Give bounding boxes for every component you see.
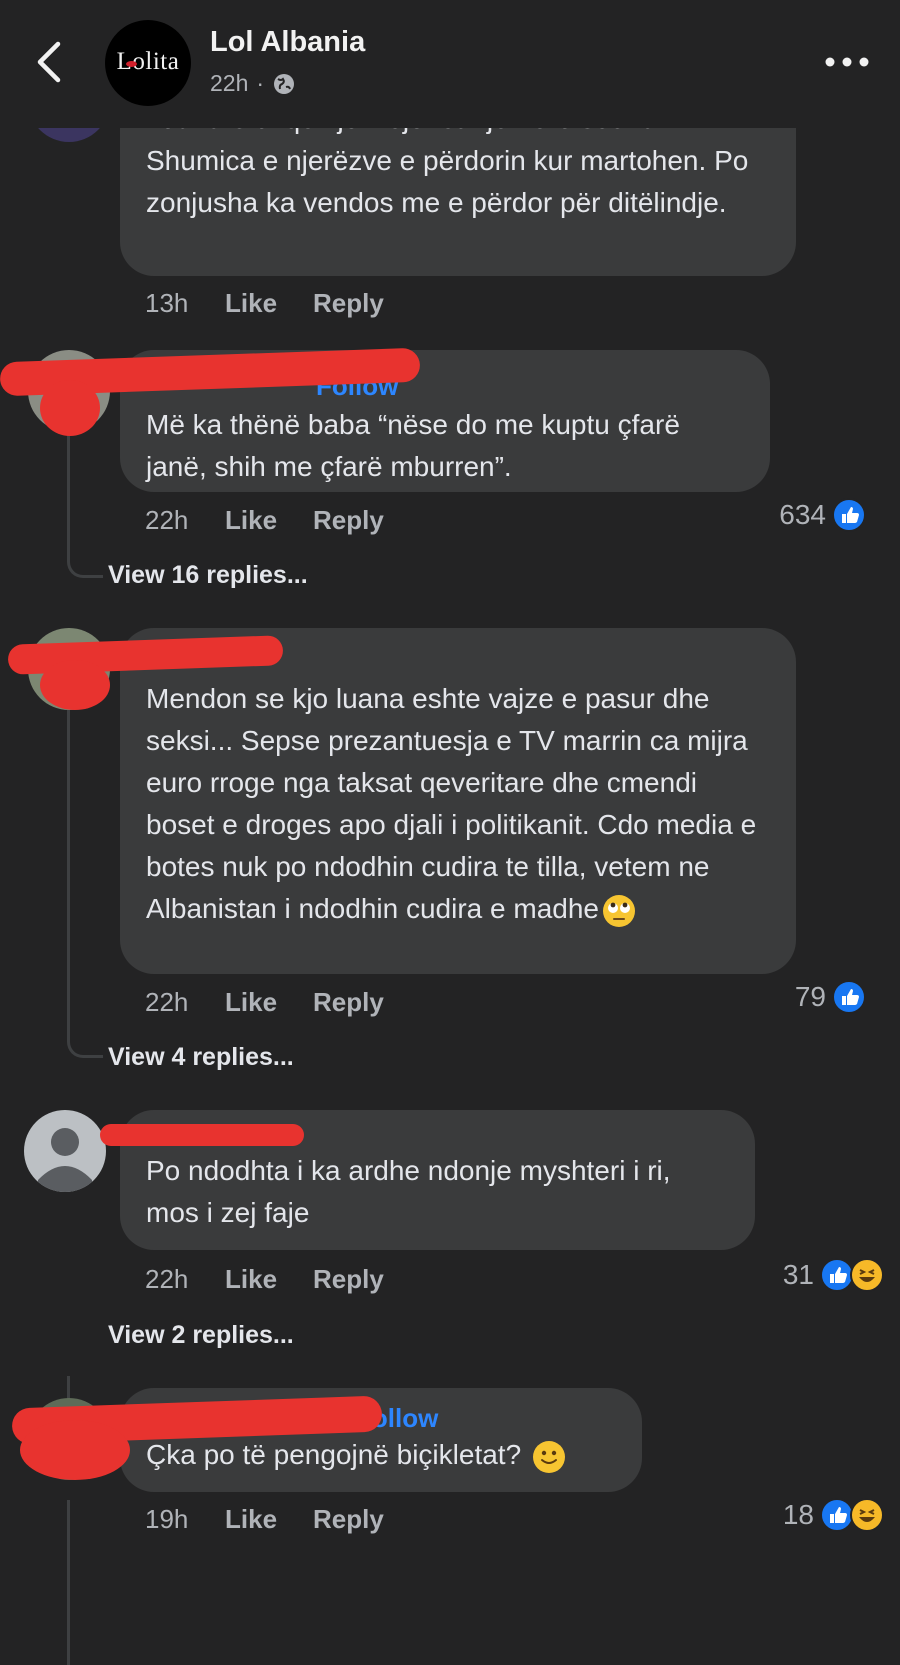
- like-button[interactable]: Like: [225, 1504, 313, 1535]
- like-reaction-icon: [832, 980, 866, 1014]
- comment-text: Më ka thënë baba “nëse do me kuptu çfarë…: [146, 409, 680, 482]
- view-replies-link[interactable]: View 4 replies...: [108, 1043, 294, 1072]
- like-button[interactable]: Like: [225, 987, 313, 1018]
- reaction-summary[interactable]: 634: [779, 498, 866, 532]
- reply-button[interactable]: Reply: [313, 1264, 384, 1295]
- reaction-count: 79: [794, 981, 826, 1012]
- lips-logo-mark: [126, 61, 137, 67]
- like-reaction-icon: [820, 1498, 854, 1532]
- comment-bubble: Mendon se kjo luana eshte vajze e pasur …: [120, 628, 796, 974]
- thread-line: [67, 430, 70, 560]
- thread-hook: [67, 1028, 103, 1058]
- comment-time: 22h: [145, 1264, 189, 1294]
- reaction-count: 18: [782, 1499, 814, 1530]
- like-reaction-icon: [832, 498, 866, 532]
- reply-button[interactable]: Reply: [313, 987, 384, 1018]
- comment-actions: 19h Like Reply: [145, 1504, 384, 1535]
- reaction-summary[interactable]: 31: [783, 1258, 884, 1292]
- redaction-mark: [100, 1124, 304, 1146]
- slightly-smiling-emoji: [532, 1440, 565, 1473]
- view-replies-link[interactable]: View 16 replies...: [108, 561, 308, 590]
- haha-reaction-icon: [850, 1258, 884, 1292]
- redaction-mark: [40, 660, 110, 710]
- thread-line: [67, 700, 70, 1040]
- like-button[interactable]: Like: [225, 505, 313, 536]
- page-avatar[interactable]: Lolita: [105, 20, 191, 106]
- redaction-mark: [20, 1420, 130, 1480]
- like-button[interactable]: Like: [225, 1264, 313, 1295]
- comment-actions: 13h Like Reply: [145, 288, 384, 319]
- reaction-summary[interactable]: 79: [795, 980, 866, 1014]
- comment-text: Mendon se kjo luana eshte vajze e pasur …: [146, 678, 770, 930]
- redaction-mark: [40, 380, 100, 436]
- thread-line: [67, 1500, 70, 1665]
- like-button[interactable]: Like: [225, 288, 313, 319]
- comment-actions: 22h Like Reply: [145, 505, 384, 536]
- comment-time: 13h: [145, 288, 189, 318]
- back-chevron-icon[interactable]: [30, 36, 70, 88]
- comment-time: 19h: [145, 1504, 189, 1534]
- comment-body: Mendon se kjo luana eshte vajze e pasur …: [146, 683, 757, 924]
- post-time: 22h: [210, 70, 249, 96]
- more-dots-icon[interactable]: [822, 50, 872, 74]
- meta-separator: ·: [256, 70, 265, 96]
- comment-time: 22h: [145, 987, 189, 1017]
- page-name[interactable]: Lol Albania: [210, 26, 365, 59]
- comment-text: Po ndodhta i ka ardhe ndonje myshteri i …: [146, 1155, 671, 1228]
- comment-text: Çka po të pengojnë biçikletat?: [146, 1434, 616, 1476]
- reaction-summary[interactable]: 18: [783, 1498, 884, 1532]
- reply-button[interactable]: Reply: [313, 505, 384, 536]
- default-user-icon: [38, 1128, 92, 1192]
- avatar[interactable]: [24, 1110, 106, 1192]
- comment-actions: 22h Like Reply: [145, 1264, 384, 1295]
- reply-button[interactable]: Reply: [313, 1504, 384, 1535]
- reply-button[interactable]: Reply: [313, 288, 384, 319]
- post-meta: 22h ·: [210, 70, 296, 97]
- view-replies-link[interactable]: View 2 replies...: [108, 1321, 294, 1350]
- comment-body: Çka po të pengojnë biçikletat?: [146, 1439, 522, 1470]
- thread-hook: [67, 548, 103, 578]
- rolling-eyes-emoji: [602, 894, 635, 927]
- reaction-count: 634: [779, 499, 826, 530]
- globe-icon: [274, 73, 295, 94]
- reaction-count: 31: [782, 1259, 814, 1290]
- comment-text: Shumica e njerëzve e përdorin kur martoh…: [146, 145, 749, 218]
- top-bar: Lolita Lol Albania 22h ·: [0, 0, 900, 128]
- like-reaction-icon: [820, 1258, 854, 1292]
- haha-reaction-icon: [850, 1498, 884, 1532]
- page-logo: Lolita: [116, 48, 180, 75]
- comment-time: 22h: [145, 505, 189, 535]
- comment-actions: 22h Like Reply: [145, 987, 384, 1018]
